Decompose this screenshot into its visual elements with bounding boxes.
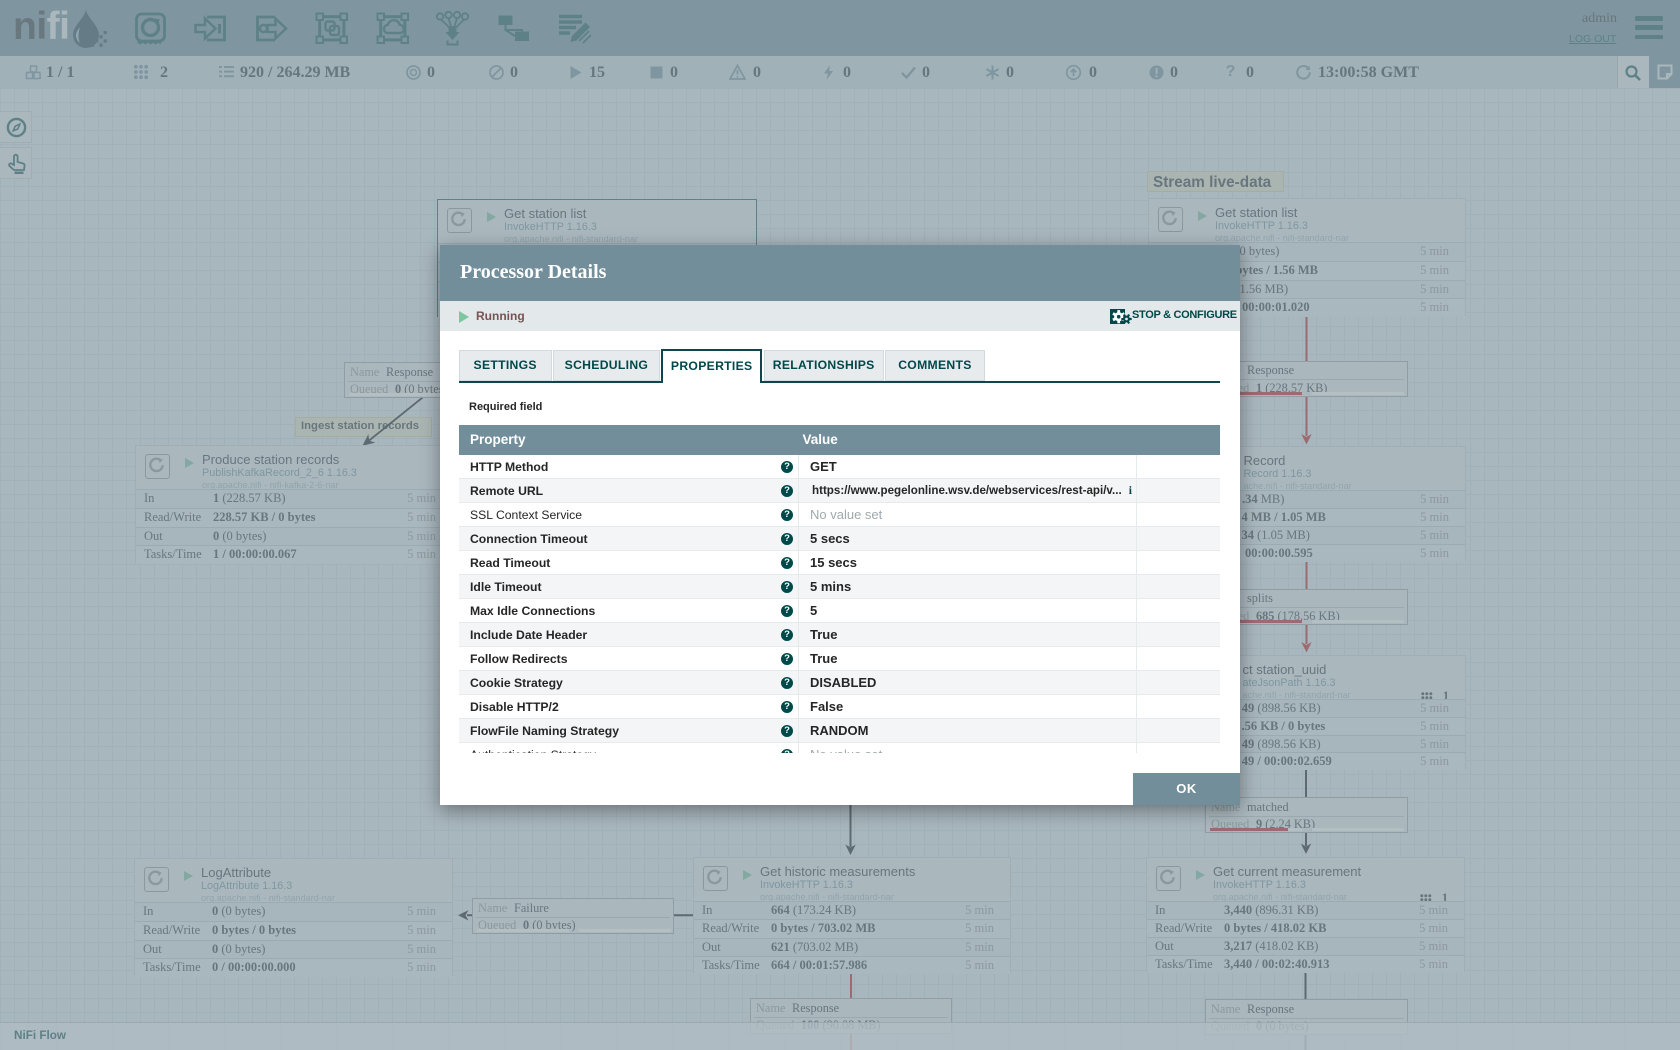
svg-text:?: ? (1226, 63, 1236, 79)
